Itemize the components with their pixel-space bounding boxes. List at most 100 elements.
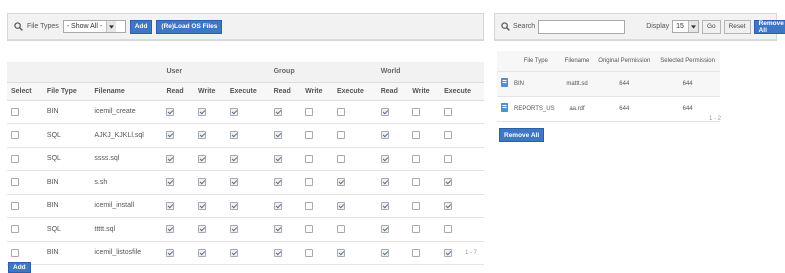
- remove-all-top-button[interactable]: Remove All: [753, 19, 785, 34]
- selected-row: BIN mattt.sd 644 644: [497, 71, 720, 97]
- select-checkbox[interactable]: [11, 107, 19, 116]
- world-execute-checkbox[interactable]: [444, 131, 453, 140]
- world-write-checkbox[interactable]: [412, 178, 421, 187]
- user-write-checkbox[interactable]: [198, 225, 207, 234]
- column-header[interactable]: Original Permission: [593, 51, 656, 72]
- add-button[interactable]: Add: [129, 19, 153, 34]
- user-read-checkbox[interactable]: [166, 248, 175, 257]
- remove-all-bottom-button[interactable]: Remove All: [499, 128, 545, 142]
- world-execute-checkbox[interactable]: [444, 248, 453, 257]
- user-execute-checkbox[interactable]: [229, 248, 238, 257]
- column-header[interactable]: Select: [7, 82, 43, 101]
- user-execute-checkbox[interactable]: [229, 225, 238, 234]
- user-read-checkbox[interactable]: [166, 154, 175, 163]
- world-write-checkbox[interactable]: [412, 131, 421, 140]
- column-header[interactable]: Read: [376, 82, 409, 101]
- column-header[interactable]: Execute: [440, 82, 484, 101]
- world-write-checkbox[interactable]: [412, 107, 421, 116]
- world-execute-checkbox[interactable]: [444, 107, 453, 116]
- add-bottom-button[interactable]: Add: [8, 262, 31, 273]
- user-write-checkbox[interactable]: [198, 107, 207, 116]
- group-execute-checkbox[interactable]: [336, 154, 345, 163]
- select-checkbox[interactable]: [11, 225, 19, 234]
- column-header[interactable]: Write: [301, 82, 333, 101]
- group-execute-checkbox[interactable]: [336, 225, 345, 234]
- group-write-checkbox[interactable]: [305, 131, 314, 140]
- user-write-checkbox[interactable]: [198, 248, 207, 257]
- world-read-checkbox[interactable]: [380, 225, 389, 234]
- user-read-checkbox[interactable]: [166, 107, 175, 116]
- column-header[interactable]: Read: [269, 82, 302, 101]
- group-write-checkbox[interactable]: [305, 107, 314, 116]
- user-read-checkbox[interactable]: [166, 178, 175, 187]
- group-read-checkbox[interactable]: [273, 178, 282, 187]
- user-read-checkbox[interactable]: [166, 225, 175, 234]
- group-read-checkbox[interactable]: [273, 201, 282, 210]
- world-write-checkbox[interactable]: [412, 248, 421, 257]
- user-write-checkbox[interactable]: [198, 154, 207, 163]
- group-write-checkbox[interactable]: [305, 248, 314, 257]
- display-select[interactable]: 15: [672, 20, 699, 33]
- group-read-checkbox[interactable]: [273, 248, 282, 257]
- world-read-checkbox[interactable]: [380, 178, 389, 187]
- group-write-checkbox[interactable]: [305, 201, 314, 210]
- user-execute-checkbox[interactable]: [229, 107, 238, 116]
- column-header[interactable]: Selected Permission: [655, 51, 720, 72]
- select-checkbox[interactable]: [11, 154, 19, 163]
- user-read-checkbox[interactable]: [166, 201, 175, 210]
- world-execute-checkbox[interactable]: [444, 154, 453, 163]
- world-execute-checkbox[interactable]: [444, 178, 453, 187]
- go-button[interactable]: Go: [701, 19, 721, 34]
- group-read-checkbox[interactable]: [273, 154, 282, 163]
- column-header[interactable]: Read: [162, 82, 195, 101]
- column-header[interactable]: Write: [194, 82, 226, 101]
- group-write-checkbox[interactable]: [305, 178, 314, 187]
- group-write-checkbox[interactable]: [305, 154, 314, 163]
- column-header[interactable]: File Type: [511, 51, 561, 72]
- group-read-checkbox[interactable]: [273, 225, 282, 234]
- world-write-checkbox[interactable]: [412, 201, 421, 210]
- user-write-checkbox[interactable]: [198, 178, 207, 187]
- search-input[interactable]: [538, 19, 626, 34]
- selected-permission-cell[interactable]: 644: [655, 71, 720, 97]
- column-header[interactable]: Execute: [332, 82, 377, 101]
- group-read-checkbox[interactable]: [273, 131, 282, 140]
- user-execute-checkbox[interactable]: [229, 201, 238, 210]
- select-checkbox[interactable]: [11, 131, 19, 140]
- group-execute-checkbox[interactable]: [336, 201, 345, 210]
- column-header[interactable]: Filename: [90, 82, 163, 101]
- group-read-checkbox[interactable]: [273, 107, 282, 116]
- group-execute-checkbox[interactable]: [336, 107, 345, 116]
- user-write-checkbox[interactable]: [198, 201, 207, 210]
- file-types-select[interactable]: - Show All -: [62, 20, 126, 33]
- user-write-checkbox[interactable]: [198, 131, 207, 140]
- column-header[interactable]: Write: [408, 82, 441, 101]
- reload-os-files-button[interactable]: (Re)Load OS Files: [156, 19, 223, 34]
- world-read-checkbox[interactable]: [380, 107, 389, 116]
- world-write-checkbox[interactable]: [412, 225, 421, 234]
- chevron-down-icon[interactable]: [106, 21, 117, 32]
- world-execute-checkbox[interactable]: [444, 225, 453, 234]
- world-execute-checkbox[interactable]: [444, 201, 453, 210]
- world-read-checkbox[interactable]: [380, 154, 389, 163]
- world-write-checkbox[interactable]: [412, 154, 421, 163]
- column-header[interactable]: Execute: [225, 82, 270, 101]
- world-read-checkbox[interactable]: [380, 248, 389, 257]
- world-read-checkbox[interactable]: [380, 201, 389, 210]
- group-execute-checkbox[interactable]: [336, 248, 345, 257]
- select-checkbox[interactable]: [11, 201, 19, 210]
- reset-button[interactable]: Reset: [723, 19, 751, 34]
- user-execute-checkbox[interactable]: [229, 154, 238, 163]
- column-header[interactable]: Filename: [560, 51, 594, 72]
- world-read-checkbox[interactable]: [380, 131, 389, 140]
- group-write-checkbox[interactable]: [305, 225, 314, 234]
- user-execute-checkbox[interactable]: [229, 178, 238, 187]
- select-checkbox[interactable]: [11, 178, 19, 187]
- select-checkbox[interactable]: [11, 248, 19, 257]
- user-read-checkbox[interactable]: [166, 131, 175, 140]
- group-execute-checkbox[interactable]: [336, 131, 345, 140]
- column-header[interactable]: File Type: [42, 82, 91, 101]
- chevron-down-icon[interactable]: [687, 21, 698, 32]
- group-execute-checkbox[interactable]: [336, 178, 345, 187]
- user-execute-checkbox[interactable]: [229, 131, 238, 140]
